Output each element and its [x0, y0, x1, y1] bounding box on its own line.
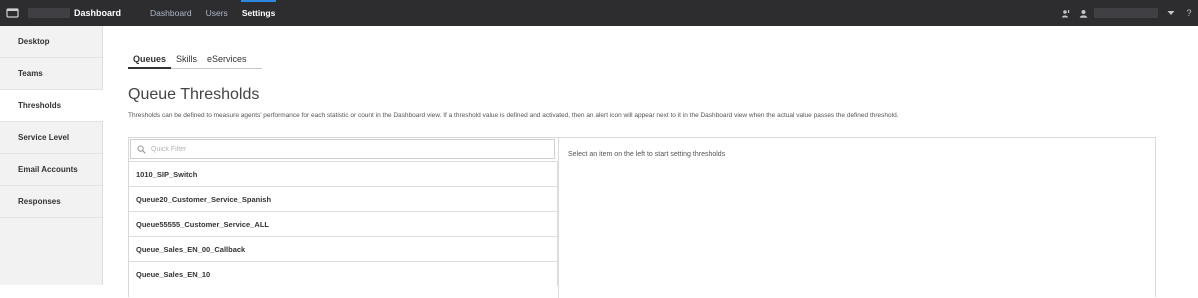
thresholds-panel: 1010_SIP_Switch Queue20_Customer_Service…: [128, 137, 1156, 298]
queue-list-column: 1010_SIP_Switch Queue20_Customer_Service…: [129, 138, 558, 298]
top-navigation-bar: Dashboard Dashboard Users Settings ?: [0, 0, 1198, 26]
list-item[interactable]: Queue55555_Customer_Service_ALL: [129, 211, 558, 236]
list-item[interactable]: Queue_Sales_EN_00_Callback: [129, 236, 558, 261]
quick-filter-box: [130, 139, 555, 159]
threshold-type-tabs: Queues Skills eServices: [128, 54, 262, 69]
sidebar-item-service-level[interactable]: Service Level: [0, 122, 102, 154]
tab-queues[interactable]: Queues: [128, 54, 172, 69]
app-window-icon[interactable]: [6, 8, 20, 18]
user-icon[interactable]: [1074, 0, 1092, 26]
list-item[interactable]: 1010_SIP_Switch: [129, 161, 558, 186]
sidebar-item-desktop[interactable]: Desktop: [0, 26, 102, 58]
caret-down-icon[interactable]: [1162, 0, 1180, 26]
sidebar-item-email-accounts[interactable]: Email Accounts: [0, 154, 102, 186]
brand-title: Dashboard: [74, 8, 122, 18]
list-item[interactable]: Queue_Sales_EN_10: [129, 261, 558, 286]
queue-list: 1010_SIP_Switch Queue20_Customer_Service…: [129, 161, 558, 286]
tab-skills[interactable]: Skills: [171, 54, 202, 68]
search-icon: [131, 144, 151, 154]
help-icon[interactable]: ?: [1180, 0, 1198, 26]
sidebar-item-teams[interactable]: Teams: [0, 58, 102, 90]
top-right-controls: ?: [1056, 0, 1198, 26]
settings-sidebar: Desktop Teams Thresholds Service Level E…: [0, 26, 103, 285]
nav-dashboard[interactable]: Dashboard: [143, 0, 199, 26]
page-description: Thresholds can be defined to measure age…: [128, 112, 899, 119]
tab-eservices[interactable]: eServices: [202, 54, 252, 68]
user-name-redacted[interactable]: [1094, 8, 1158, 18]
sidebar-item-thresholds[interactable]: Thresholds: [0, 90, 103, 122]
detail-hint-text: Select an item on the left to start sett…: [568, 151, 726, 158]
alert-person-icon[interactable]: [1056, 0, 1074, 26]
list-item[interactable]: Queue20_Customer_Service_Spanish: [129, 186, 558, 211]
nav-settings[interactable]: Settings: [235, 0, 283, 26]
threshold-detail-pane: Select an item on the left to start sett…: [558, 138, 1155, 298]
organization-name-redacted: [28, 8, 70, 18]
main-content: Queues Skills eServices Queue Thresholds…: [128, 26, 1156, 298]
sidebar-item-responses[interactable]: Responses: [0, 186, 102, 218]
page-title: Queue Thresholds: [128, 86, 260, 103]
main-nav: Dashboard Users Settings: [143, 0, 282, 26]
quick-filter-input[interactable]: [151, 145, 531, 153]
nav-users[interactable]: Users: [199, 0, 235, 26]
